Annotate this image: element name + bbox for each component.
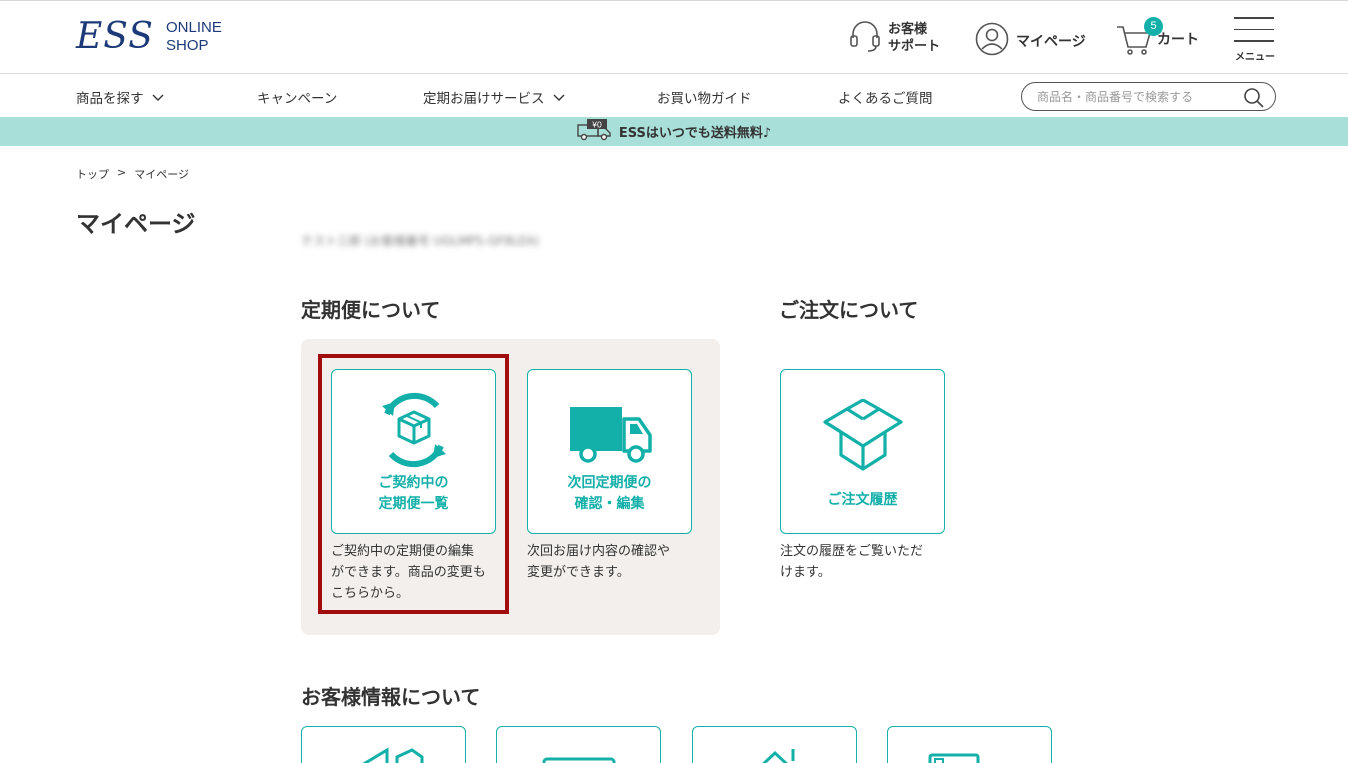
order-history-card[interactable]: ご注文履歴 (780, 369, 945, 534)
breadcrumb-current: マイページ (134, 168, 189, 181)
breadcrumb-top[interactable]: トップ (76, 166, 109, 182)
chevron-down-icon (152, 94, 163, 101)
next-delivery-label: 次回定期便の 確認・編集 (528, 473, 691, 515)
headset-icon (848, 19, 882, 57)
free-shipping-banner: ¥0 ESSはいつでも送料無料♪ (0, 117, 1348, 146)
breadcrumb: トップ > マイページ (76, 166, 189, 182)
subscription-desc-line3: こちらから。 (331, 586, 410, 601)
house-icon (362, 747, 424, 763)
next-delivery-desc-line1: 次回お届け内容の確認や (527, 544, 671, 559)
subscription-desc-line1: ご契約中の定期便の編集 (331, 544, 475, 559)
cart-label: カート (1157, 32, 1199, 48)
customer-card-home[interactable] (692, 726, 857, 763)
order-history-desc-line2: けます。 (780, 565, 831, 580)
page-title: マイページ (76, 210, 196, 238)
logo-line-2: SHOP (165, 37, 209, 54)
nav-subscription-label: 定期お届けサービス (423, 91, 545, 107)
menu-bar-2 (1234, 28, 1274, 30)
menu-bar-3 (1234, 40, 1274, 42)
chevron-down-icon (553, 94, 564, 101)
banner-text: ESSはいつでも送料無料♪ (618, 126, 772, 141)
menu-label: メニュー (1235, 51, 1275, 63)
search-input[interactable] (1037, 89, 1237, 104)
nav-shopping-guide-label: お買い物ガイド (657, 91, 752, 107)
subscription-list-label-line1: ご契約中の (378, 475, 449, 491)
next-delivery-desc-line2: 変更ができます。 (527, 565, 630, 580)
subscription-list-label-line2: 定期便一覧 (378, 496, 449, 512)
next-delivery-card[interactable]: 次回定期便の 確認・編集 (527, 369, 692, 534)
mypage-link[interactable]: マイページ (975, 22, 1086, 60)
next-delivery-label-line2: 確認・編集 (574, 496, 645, 512)
logo-line-1: ONLINE (165, 19, 222, 36)
menu-button[interactable]: メニュー (1234, 17, 1276, 65)
menu-bar-1 (1234, 17, 1274, 19)
nav-campaign[interactable]: キャンペーン (257, 87, 337, 107)
search-box (1021, 82, 1276, 111)
id-card-icon (928, 753, 980, 763)
mypage-label: マイページ (1016, 34, 1086, 50)
next-delivery-description: 次回お届け内容の確認や 変更ができます。 (527, 541, 670, 583)
credit-card-icon (542, 757, 616, 763)
customer-card-payment[interactable] (496, 726, 661, 763)
price-tag: ¥0 (591, 119, 602, 129)
user-info-blurred: テスト三郎 (お客様番号 UGLMP5-GF8LEA) (301, 234, 540, 248)
nav-faq[interactable]: よくあるご質問 (838, 87, 933, 107)
cart-link[interactable]: 5 カート (1115, 17, 1199, 57)
subscription-list-label: ご契約中の 定期便一覧 (332, 473, 495, 515)
order-history-label: ご注文履歴 (827, 492, 898, 508)
global-nav: 商品を探す キャンペーン 定期お届けサービス お買い物ガイド よくあるご質問 (0, 75, 1348, 117)
delivery-truck-icon: ¥0 (577, 118, 613, 145)
section-subscription-title: 定期便について (301, 298, 441, 322)
subscription-cycle-icon (382, 392, 446, 468)
order-history-description: 注文の履歴をご覧いただ けます。 (780, 541, 923, 583)
delivery-truck-icon (570, 407, 652, 463)
next-delivery-label-line1: 次回定期便の (567, 475, 652, 491)
support-label-line2: サポート (888, 39, 941, 54)
user-icon (975, 22, 1009, 60)
customer-support-link[interactable]: お客様 サポート (848, 19, 940, 57)
cart-count-badge: 5 (1144, 17, 1163, 36)
home-icon (762, 749, 795, 763)
site-header: ESS ONLINE SHOP お客様 サポート マイページ 5 カート メニュ… (0, 1, 1348, 74)
cart-icon-wrap: 5 (1115, 17, 1163, 57)
section-order-title: ご注文について (779, 298, 919, 322)
subscription-desc-line2: ができます。商品の変更も (331, 565, 486, 580)
subscription-list-description: ご契約中の定期便の編集 ができます。商品の変更も こちらから。 (331, 541, 486, 604)
support-label: お客様 サポート (888, 21, 940, 55)
nav-shopping-guide[interactable]: お買い物ガイド (657, 87, 752, 107)
nav-find-products-label: 商品を探す (76, 91, 144, 107)
search-icon[interactable] (1243, 87, 1265, 113)
nav-find-products[interactable]: 商品を探す (76, 87, 164, 107)
section-customer-title: お客様情報について (301, 685, 481, 709)
site-logo[interactable]: ESS ONLINE SHOP (76, 17, 222, 57)
subscription-list-card[interactable]: ご契約中の 定期便一覧 (331, 369, 496, 534)
breadcrumb-separator: > (117, 166, 127, 179)
support-label-line1: お客様 (888, 22, 928, 37)
customer-card-address[interactable] (301, 726, 466, 763)
order-history-desc-line1: 注文の履歴をご覧いただ (780, 544, 924, 559)
nav-campaign-label: キャンペーン (257, 91, 338, 107)
nav-subscription-service[interactable]: 定期お届けサービス (423, 87, 565, 107)
nav-faq-label: よくあるご質問 (838, 91, 933, 107)
cart-icon (1115, 26, 1153, 61)
open-box-icon (823, 399, 903, 471)
logo-subtitle: ONLINE SHOP (166, 19, 222, 55)
customer-card-profile[interactable] (887, 726, 1052, 763)
logo-ess: ESS (76, 16, 154, 57)
